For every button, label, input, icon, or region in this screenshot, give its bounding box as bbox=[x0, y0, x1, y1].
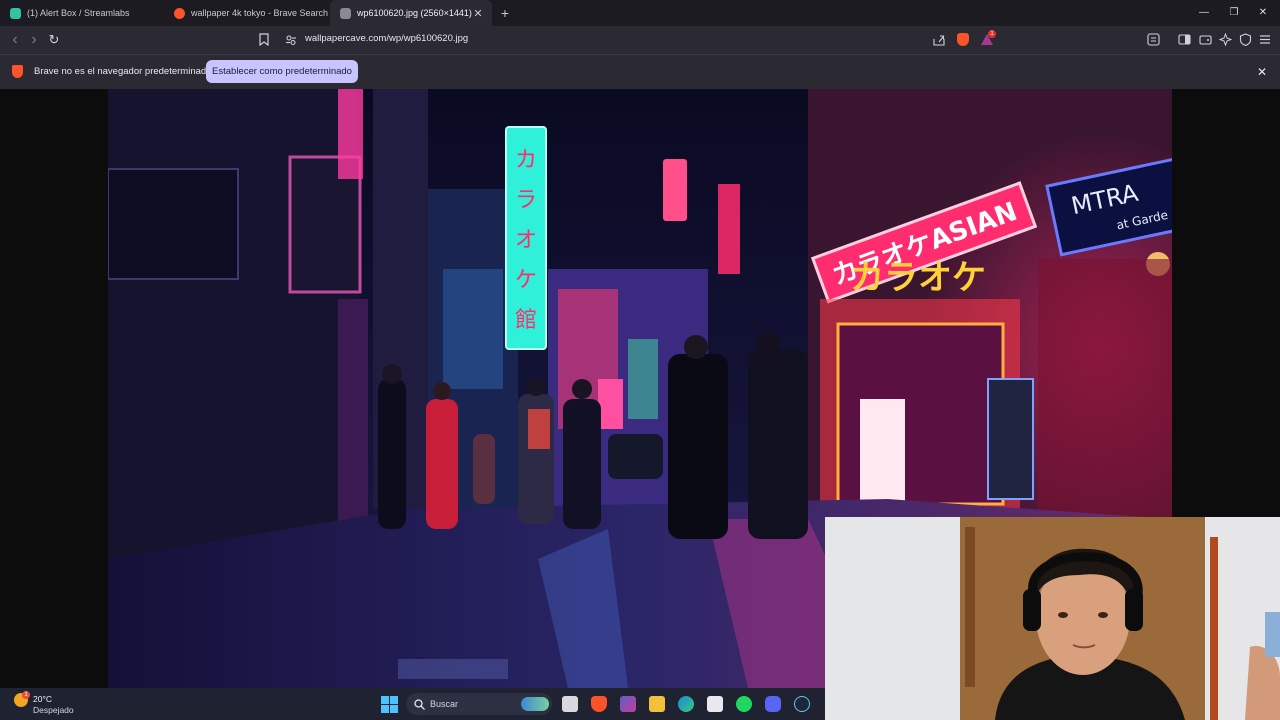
teams-icon[interactable] bbox=[620, 696, 636, 712]
reload-icon[interactable]: ↻ bbox=[46, 32, 62, 48]
wallet-icon[interactable] bbox=[1199, 33, 1212, 46]
sign-char-2: ラ bbox=[515, 188, 537, 213]
tab-title: wallpaper 4k tokyo - Brave Search bbox=[191, 8, 329, 18]
webcam-overlay bbox=[825, 517, 1280, 720]
weather-description[interactable]: Despejado bbox=[33, 705, 74, 715]
sign-char-5: 館 bbox=[515, 308, 537, 333]
tab-brave-search[interactable]: wallpaper 4k tokyo - Brave Search bbox=[164, 0, 330, 26]
tab-alert-box[interactable]: (1) Alert Box / Streamlabs bbox=[0, 0, 164, 26]
infobar-message: Brave no es el navegador predeterminado bbox=[34, 66, 212, 77]
store-icon[interactable] bbox=[707, 696, 723, 712]
brave-icon[interactable] bbox=[591, 696, 607, 712]
search-icon bbox=[414, 699, 425, 710]
site-info-icon[interactable] bbox=[285, 34, 297, 46]
file-explorer-icon[interactable] bbox=[649, 696, 665, 712]
brave-rewards-icon[interactable]: 1 bbox=[981, 30, 996, 46]
start-icon[interactable] bbox=[381, 696, 398, 713]
url-text[interactable]: wallpapercave.com/wp/wp6100620.jpg bbox=[305, 33, 468, 44]
maximize-icon[interactable]: ❐ bbox=[1225, 4, 1243, 22]
minimize-icon[interactable]: — bbox=[1195, 4, 1213, 22]
sign-char-3: オ bbox=[515, 228, 537, 253]
streamlabs-icon bbox=[10, 7, 21, 19]
weather-badge: 1 bbox=[22, 691, 30, 699]
task-view-icon[interactable] bbox=[562, 696, 578, 712]
search-highlight-icon[interactable] bbox=[521, 697, 549, 711]
forward-icon[interactable]: › bbox=[26, 32, 42, 48]
close-infobar-icon[interactable]: ✕ bbox=[1255, 65, 1269, 79]
tab-title: (1) Alert Box / Streamlabs bbox=[27, 8, 130, 18]
steam-icon[interactable] bbox=[794, 696, 810, 712]
wallpapercave-icon bbox=[340, 7, 351, 19]
close-tab-icon[interactable]: ✕ bbox=[472, 7, 484, 20]
edge-icon[interactable] bbox=[678, 696, 694, 712]
spotify-icon[interactable] bbox=[736, 696, 752, 712]
standing-sign-board bbox=[860, 399, 905, 509]
tab-title: wp6100620.jpg (2560×1441) bbox=[357, 8, 472, 18]
browser-toolbar bbox=[0, 26, 1280, 54]
small-pink-sign bbox=[663, 159, 687, 221]
sidebar-icon[interactable] bbox=[1178, 33, 1191, 46]
rewards-badge: 1 bbox=[988, 30, 996, 38]
brave-shields-icon[interactable] bbox=[957, 33, 969, 46]
leo-ai-icon[interactable] bbox=[1219, 33, 1232, 46]
sign-char-4: ケ bbox=[515, 268, 537, 293]
bookmark-icon[interactable] bbox=[258, 33, 270, 46]
close-window-icon[interactable]: ✕ bbox=[1254, 4, 1272, 22]
share-icon[interactable] bbox=[933, 34, 946, 46]
new-tab-button[interactable]: + bbox=[497, 5, 513, 21]
brave-search-icon bbox=[174, 7, 185, 19]
search-placeholder: Buscar bbox=[430, 699, 459, 709]
vpn-shield-icon[interactable] bbox=[1239, 33, 1252, 46]
brave-logo-icon bbox=[12, 65, 23, 78]
weather-temperature[interactable]: 20°C bbox=[33, 694, 52, 704]
karaoke-yellow-text: カラオケ bbox=[850, 258, 986, 298]
reader-mode-icon[interactable] bbox=[1147, 33, 1160, 46]
webcam-feed bbox=[825, 517, 1280, 720]
set-default-button[interactable]: Establecer como predeterminado bbox=[206, 60, 358, 83]
back-icon[interactable]: ‹ bbox=[7, 32, 23, 48]
menu-icon[interactable] bbox=[1259, 34, 1271, 45]
tab-wallpaper-image[interactable]: wp6100620.jpg (2560×1441) ✕ bbox=[330, 0, 492, 26]
discord-icon[interactable] bbox=[765, 696, 781, 712]
sign-char-1: カ bbox=[515, 148, 537, 173]
